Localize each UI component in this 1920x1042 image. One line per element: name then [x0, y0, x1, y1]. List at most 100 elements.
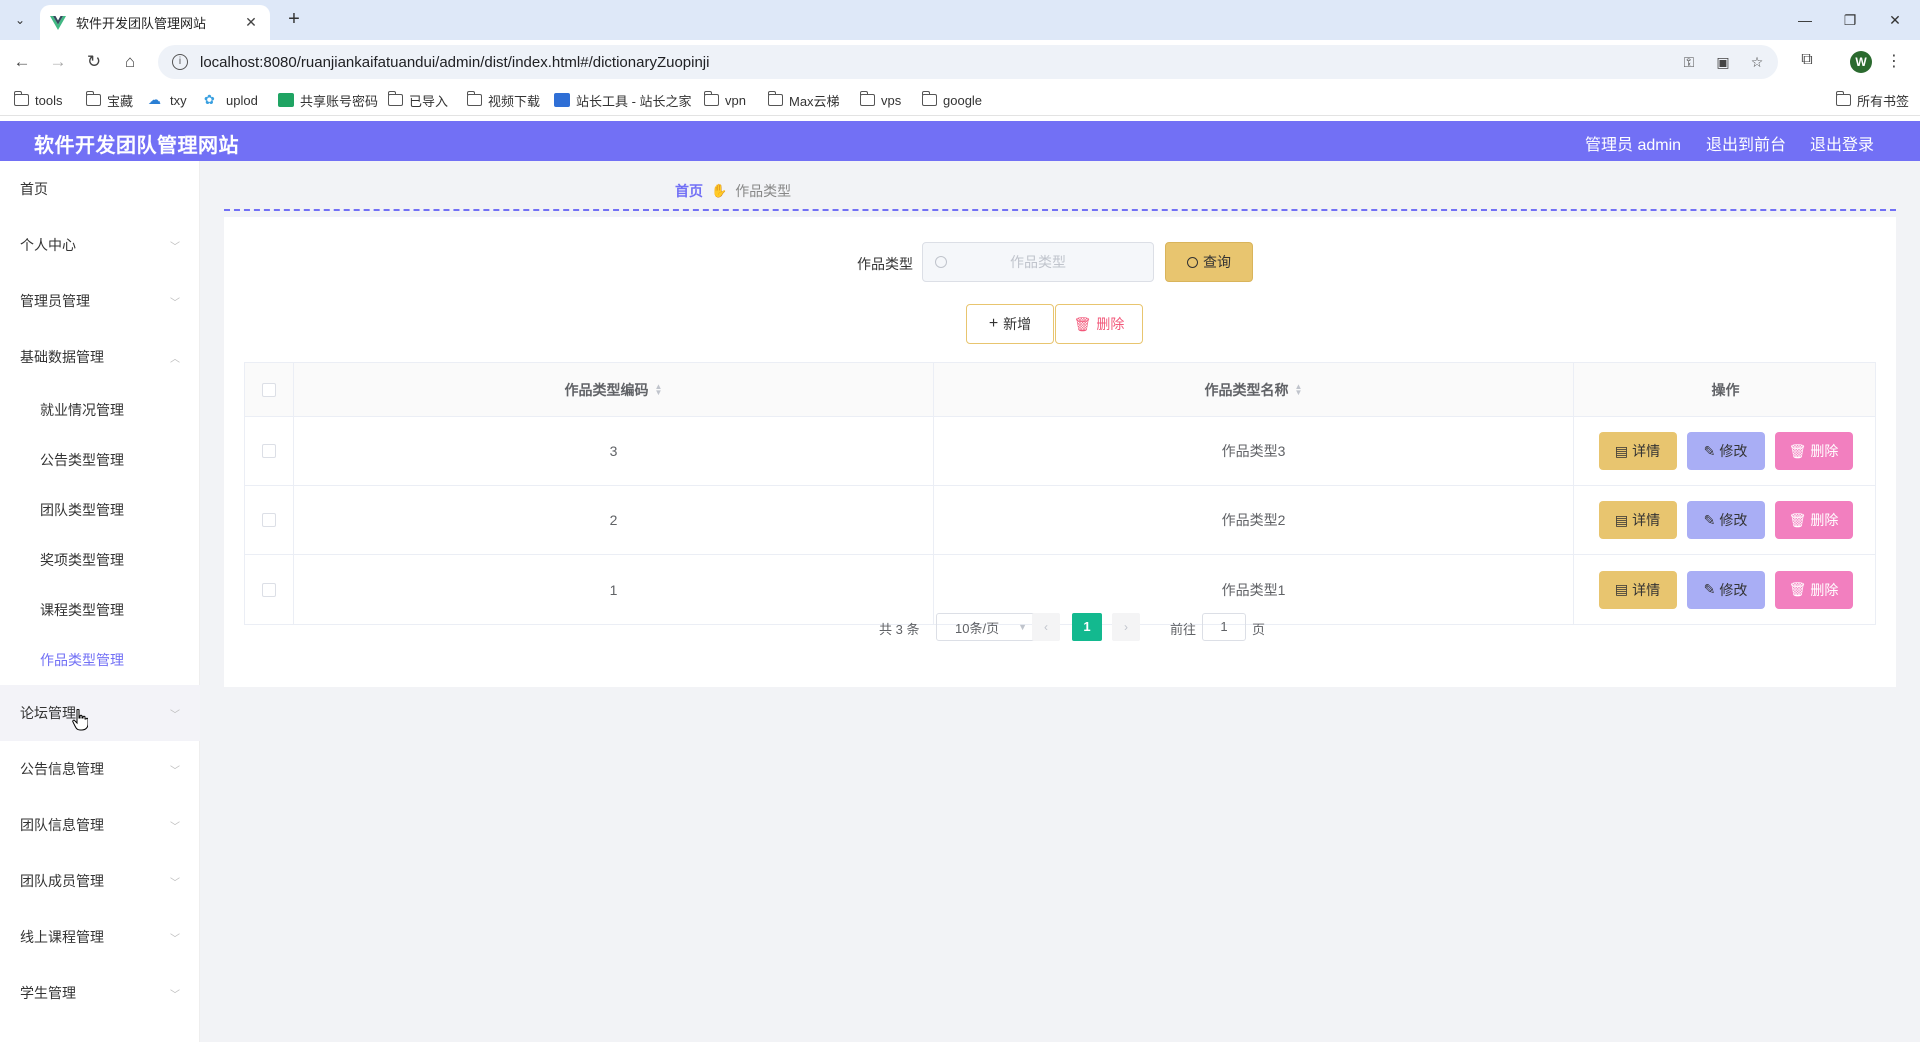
folder-icon	[859, 91, 875, 106]
folder-icon	[85, 91, 101, 106]
sidebar-item-basic-data[interactable]: 基础数据管理 ︿	[0, 329, 200, 385]
submenu-item-employment[interactable]: 就业情况管理	[0, 385, 200, 435]
bookmark-google[interactable]: google	[921, 90, 982, 110]
profile-avatar[interactable]: W	[1850, 51, 1872, 73]
screenshot-icon[interactable]: ▣	[1714, 53, 1732, 71]
reload-icon[interactable]: ↻	[82, 50, 106, 74]
folder-icon	[921, 91, 937, 106]
bookmark-baozang[interactable]: 宝藏	[85, 90, 133, 110]
goto-page-input[interactable]: 1	[1202, 613, 1246, 641]
content-panel: 作品类型 作品类型 查询 + 新增 🗑 删除 作品类型编码 ▲ ▼ 作品类型名称 ▲ ▼…	[224, 217, 1896, 687]
trash-icon: 🗑	[1788, 581, 1807, 597]
address-bar[interactable]: i localhost:8080/ruanjiankaifatuandui/ad…	[158, 45, 1778, 79]
sidebar-item-home[interactable]: 首页	[0, 161, 200, 217]
site-info-icon[interactable]: i	[172, 54, 188, 70]
sidebar-item-notice-info[interactable]: 公告信息管理 ﹀	[0, 741, 200, 797]
sidebar-item-admin[interactable]: 管理员管理 ﹀	[0, 273, 200, 329]
all-bookmarks[interactable]: 所有书签	[1835, 90, 1909, 110]
bookmark-star-icon[interactable]: ☆	[1748, 53, 1766, 71]
breadcrumb-home[interactable]: 首页	[675, 181, 703, 201]
bookmark-txy[interactable]: ☁ txy	[148, 90, 187, 110]
logout-link[interactable]: 退出登录	[1810, 131, 1874, 155]
pagination: 共 3 条 10条/页 ▼ ‹ 1 › 前往 1 页	[224, 613, 1896, 643]
detail-button[interactable]: ▤ 详情	[1598, 570, 1677, 609]
sidebar-item-team-members[interactable]: 团队成员管理 ﹀	[0, 853, 200, 909]
chevron-down-icon: ﹀	[170, 297, 180, 309]
browser-tab[interactable]: 软件开发团队管理网站 ✕	[40, 5, 270, 40]
breadcrumb: 首页 ✋ 作品类型	[675, 181, 791, 201]
sidebar-item-team-info[interactable]: 团队信息管理 ﹀	[0, 797, 200, 853]
sidebar-item-student[interactable]: 学生管理 ﹀	[0, 965, 200, 1021]
add-button[interactable]: + 新增	[966, 304, 1054, 344]
browser-tab-bar: ⌄ 软件开发团队管理网站 ✕ + — ❐ ✕	[0, 0, 1920, 40]
delete-button[interactable]: 🗑 删除	[1774, 570, 1853, 609]
exit-to-front-link[interactable]: 退出到前台	[1706, 131, 1786, 155]
detail-button[interactable]: ▤ 详情	[1598, 501, 1677, 539]
back-icon[interactable]: ←	[10, 50, 34, 74]
restore-icon[interactable]: ❐	[1835, 8, 1865, 32]
row-checkbox[interactable]	[262, 444, 276, 458]
header-name[interactable]: 作品类型名称 ▲ ▼	[934, 363, 1574, 416]
table-header-row: 作品类型编码 ▲ ▼ 作品类型名称 ▲ ▼ 操作	[245, 363, 1875, 417]
bookmark-imported[interactable]: 已导入	[387, 90, 448, 110]
chevron-down-icon: ﹀	[170, 709, 180, 721]
trash-icon: 🗑	[1788, 442, 1807, 459]
tab-close-icon[interactable]: ✕	[242, 14, 260, 31]
query-button[interactable]: 查询	[1165, 242, 1253, 282]
delete-button[interactable]: 🗑 删除	[1774, 432, 1853, 470]
extensions-icon[interactable]: ⧉	[1796, 51, 1818, 73]
search-input[interactable]: 作品类型	[922, 242, 1154, 282]
select-all-checkbox[interactable]	[262, 382, 276, 397]
row-checkbox[interactable]	[262, 582, 276, 597]
address-url: localhost:8080/ruanjiankaifatuandui/admi…	[200, 53, 710, 71]
next-page-icon[interactable]: ›	[1112, 613, 1140, 641]
page-size-select[interactable]: 10条/页 ▼	[936, 613, 1036, 641]
password-key-icon[interactable]: ⚿	[1680, 53, 1698, 71]
header-code[interactable]: 作品类型编码 ▲ ▼	[294, 363, 934, 416]
tab-search-dropdown-icon[interactable]: ⌄	[10, 10, 30, 30]
bookmark-uplod[interactable]: ✿ uplod	[204, 90, 258, 110]
folder-icon	[466, 91, 482, 106]
app-header: 软件开发团队管理网站 管理员 admin 退出到前台 退出登录	[0, 121, 1920, 161]
chevron-down-icon: ﹀	[170, 241, 180, 253]
batch-delete-button[interactable]: 🗑 删除	[1055, 304, 1143, 344]
home-icon[interactable]: ⌂	[118, 50, 142, 74]
bookmark-chinaz[interactable]: 站长工具 - 站长之家	[554, 90, 692, 110]
edit-button[interactable]: ✎ 修改	[1686, 570, 1765, 609]
sort-icon[interactable]: ▲ ▼	[655, 382, 663, 396]
pencil-icon: ✎	[1703, 442, 1716, 459]
row-checkbox[interactable]	[262, 513, 276, 527]
new-tab-icon[interactable]: +	[282, 8, 306, 32]
sidebar-item-forum[interactable]: 论坛管理 ﹀	[0, 685, 200, 741]
submenu-item-team-type[interactable]: 团队类型管理	[0, 485, 200, 535]
bookmark-vpn[interactable]: vpn	[703, 90, 746, 110]
forward-icon[interactable]: →	[46, 50, 70, 74]
bookmark-vps[interactable]: vps	[859, 90, 901, 110]
sort-icon[interactable]: ▲ ▼	[1295, 382, 1303, 396]
submenu-item-course-type[interactable]: 课程类型管理	[0, 585, 200, 635]
chevron-down-icon: ﹀	[170, 765, 180, 777]
window-close-icon[interactable]: ✕	[1880, 8, 1910, 32]
detail-button[interactable]: ▤ 详情	[1598, 432, 1677, 470]
sidebar-item-personal[interactable]: 个人中心 ﹀	[0, 217, 200, 273]
minimize-icon[interactable]: —	[1790, 8, 1820, 32]
delete-button[interactable]: 🗑 删除	[1774, 501, 1853, 539]
edit-button[interactable]: ✎ 修改	[1686, 501, 1765, 539]
bookmark-tools[interactable]: tools	[13, 90, 62, 110]
browser-menu-icon[interactable]: ⋮	[1886, 50, 1902, 74]
edit-button[interactable]: ✎ 修改	[1686, 432, 1765, 470]
bookmark-max-ladder[interactable]: Max云梯	[767, 90, 840, 110]
sidebar-item-online-course[interactable]: 线上课程管理 ﹀	[0, 909, 200, 965]
submenu-item-award-type[interactable]: 奖项类型管理	[0, 535, 200, 585]
trash-icon: 🗑	[1788, 511, 1807, 528]
page-number-current[interactable]: 1	[1072, 613, 1102, 641]
bookmark-video-download[interactable]: 视频下载	[466, 90, 540, 110]
chevron-up-icon: ︿	[170, 353, 180, 365]
vue-favicon-icon	[50, 15, 66, 31]
bookmark-shared-passwords[interactable]: 共享账号密码	[278, 90, 378, 110]
submenu-item-work-type[interactable]: 作品类型管理	[0, 635, 200, 685]
sheet-icon	[278, 93, 294, 107]
submenu-item-notice-type[interactable]: 公告类型管理	[0, 435, 200, 485]
prev-page-icon[interactable]: ‹	[1032, 613, 1060, 641]
document-icon: ▤	[1614, 511, 1629, 528]
